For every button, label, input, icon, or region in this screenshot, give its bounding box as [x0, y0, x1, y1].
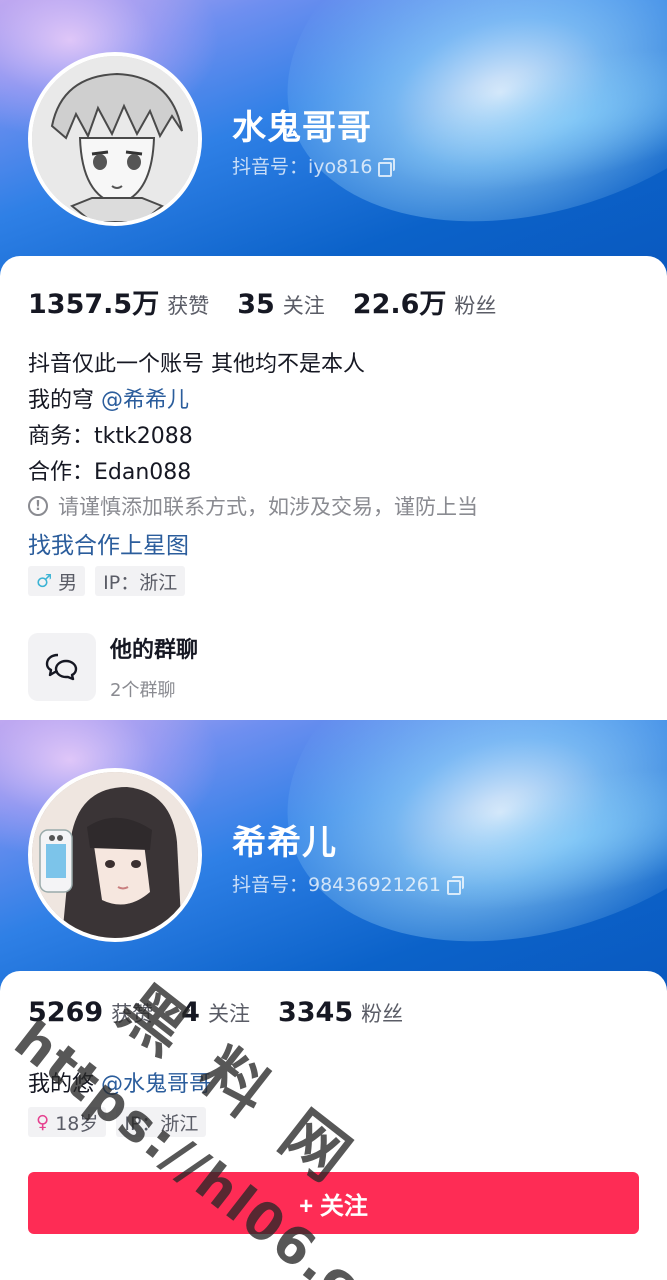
bio-line-1: 抖音仅此一个账号 其他均不是本人	[28, 352, 365, 377]
stat-value: 22.6万	[352, 289, 447, 320]
profile-tags: ♀ 18岁 IP：浙江	[28, 1107, 207, 1137]
uid-text: 抖音号：iyo816	[232, 156, 373, 178]
bio-text: 我的悠	[28, 1072, 101, 1097]
bio-line-1: 我的悠 @水鬼哥哥	[28, 1066, 211, 1098]
group-chat-entry[interactable]: 他的群聊 2个群聊	[28, 632, 198, 702]
group-chat-icon-box	[28, 633, 96, 701]
ip-tag: IP：浙江	[116, 1107, 207, 1137]
ip-text: IP：浙江	[103, 571, 178, 594]
profile-name: 希希儿	[232, 823, 337, 863]
stats-row: 5269 获赞 4 关注 3345 粉丝	[28, 997, 431, 1028]
stat-value: 5269	[28, 997, 104, 1028]
bio-text: 我的穹	[28, 388, 101, 413]
ip-text: IP：浙江	[124, 1112, 199, 1135]
profile-card-xixier: 希希儿 抖音号：98436921261 5269 获赞 4 关注 3345 粉丝…	[0, 720, 667, 1280]
avatar[interactable]	[28, 52, 202, 226]
mention-link[interactable]: @水鬼哥哥	[101, 1072, 211, 1097]
warning-text: 请谨慎添加联系方式，如涉及交易，谨防上当	[58, 495, 478, 519]
uid-text: 抖音号：98436921261	[232, 874, 441, 896]
warning-icon: !	[28, 496, 48, 516]
stat-following[interactable]: 35 关注	[237, 289, 325, 320]
profile-uid[interactable]: 抖音号：iyo816	[232, 152, 396, 179]
stat-label: 获赞	[111, 1002, 154, 1026]
stat-likes[interactable]: 5269 获赞	[28, 997, 153, 1028]
stat-label: 关注	[282, 294, 325, 318]
stat-label: 粉丝	[361, 1002, 404, 1026]
star-map-link[interactable]: 找我合作上星图	[28, 526, 189, 560]
age-text: 18岁	[55, 1112, 99, 1135]
stat-following[interactable]: 4 关注	[181, 997, 250, 1028]
stats-row: 1357.5万 获赞 35 关注 22.6万 粉丝	[28, 282, 524, 321]
group-chat-icon	[45, 653, 78, 681]
copy-icon[interactable]	[378, 157, 396, 177]
follow-button[interactable]: + 关注	[28, 1172, 639, 1234]
mention-link[interactable]: @希希儿	[101, 388, 189, 413]
stat-label: 获赞	[167, 294, 210, 318]
stat-followers[interactable]: 22.6万 粉丝	[353, 282, 497, 321]
gender-text: 男	[58, 571, 78, 594]
stat-value: 3345	[277, 997, 354, 1028]
stat-value: 4	[181, 997, 200, 1028]
copy-icon[interactable]	[446, 875, 464, 895]
age-tag: ♀ 18岁	[28, 1107, 107, 1137]
profile-info-card: 5269 获赞 4 关注 3345 粉丝 我的悠 @水鬼哥哥 ♀ 18岁 IP：…	[0, 971, 667, 1280]
girl-selfie-avatar-icon	[32, 772, 198, 938]
contact-warning: ! 请谨慎添加联系方式，如涉及交易，谨防上当	[28, 491, 478, 521]
profile-info-card: 1357.5万 获赞 35 关注 22.6万 粉丝 抖音仅此一个账号 其他均不是…	[0, 256, 667, 720]
stat-followers[interactable]: 3345 粉丝	[278, 997, 403, 1028]
profile-card-shuigui: 水鬼哥哥 抖音号：iyo816 1357.5万 获赞 35 关注 22.6万 粉…	[0, 0, 667, 720]
male-icon: ♂	[36, 570, 53, 592]
ip-tag: IP：浙江	[95, 566, 186, 596]
stat-label: 关注	[207, 1002, 250, 1026]
bio-line-3: 商务：tktk2088	[28, 424, 193, 449]
gender-tag: ♂ 男	[28, 566, 86, 596]
profile-name: 水鬼哥哥	[232, 108, 372, 148]
stat-likes[interactable]: 1357.5万 获赞	[28, 282, 209, 321]
bio-line-2: 我的穹 @希希儿	[28, 382, 189, 414]
profile-tags: ♂ 男 IP：浙江	[28, 566, 186, 596]
stat-value: 35	[237, 289, 275, 320]
group-chat-title: 他的群聊	[110, 638, 199, 663]
bio-line-4: 合作：Edan088	[28, 460, 192, 485]
female-icon: ♀	[36, 1111, 50, 1133]
avatar[interactable]	[28, 768, 202, 942]
profile-uid[interactable]: 抖音号：98436921261	[232, 870, 464, 897]
group-chat-count: 2个群聊	[110, 680, 176, 701]
stat-label: 粉丝	[454, 294, 497, 318]
anime-boy-avatar-icon	[32, 56, 198, 222]
stat-value: 1357.5万	[28, 289, 160, 320]
